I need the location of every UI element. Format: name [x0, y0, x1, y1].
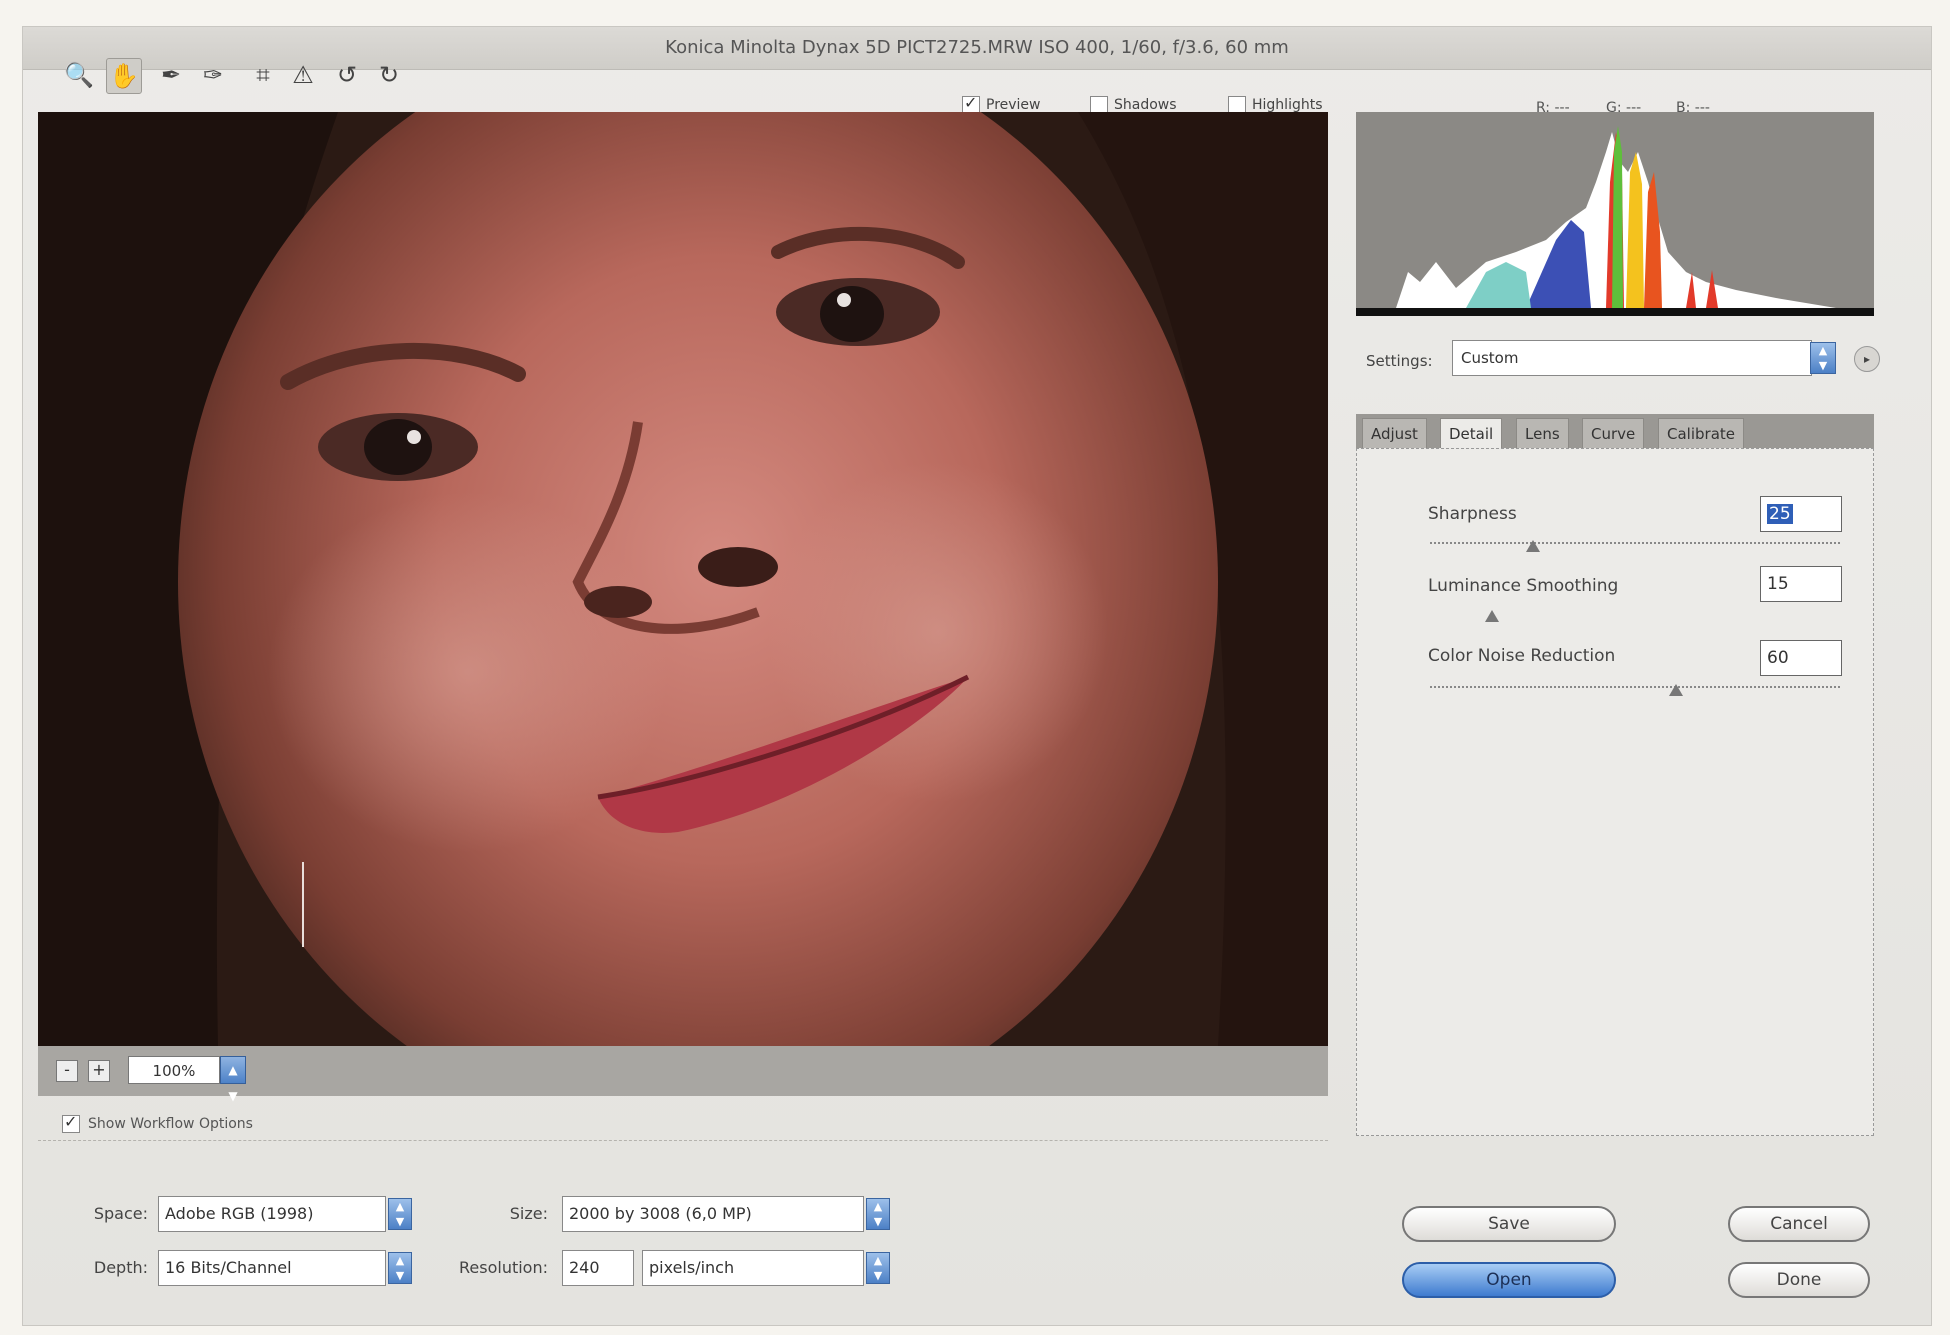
histogram-graph: [1356, 112, 1874, 316]
rotate-left-icon[interactable]: ↺: [330, 58, 364, 92]
tab-lens[interactable]: Lens: [1516, 418, 1569, 448]
preview-zoom-bar: - + 100% ▲ ▼: [38, 1046, 1328, 1103]
tab-calibrate[interactable]: Calibrate: [1658, 418, 1744, 448]
luminance-smoothing-value: 15: [1767, 574, 1789, 594]
cancel-button[interactable]: Cancel: [1728, 1206, 1870, 1242]
tab-strip: Adjust Detail Lens Curve Calibrate: [1356, 414, 1874, 448]
depth-label: Depth:: [93, 1258, 148, 1277]
luminance-smoothing-value-field[interactable]: 15: [1760, 566, 1842, 602]
resolution-unit-dropdown-icon[interactable]: ▲ ▼: [866, 1252, 890, 1284]
color-sampler-icon[interactable]: ✑: [196, 58, 230, 92]
white-balance-icon[interactable]: ✒: [154, 58, 188, 92]
space-label: Space:: [93, 1204, 148, 1223]
space-dropdown-icon[interactable]: ▲ ▼: [388, 1198, 412, 1230]
workflow-options-label: Show Workflow Options: [88, 1116, 253, 1132]
detail-panel: [1356, 448, 1874, 1136]
highlights-label: Highlights: [1252, 97, 1323, 113]
depth-select[interactable]: 16 Bits/Channel: [158, 1250, 386, 1286]
tab-adjust[interactable]: Adjust: [1362, 418, 1427, 448]
resolution-unit-select[interactable]: pixels/inch: [642, 1250, 864, 1286]
luminance-slider-thumb[interactable]: [1484, 610, 1499, 622]
size-dropdown-icon[interactable]: ▲ ▼: [866, 1198, 890, 1230]
sharpness-value: 25: [1767, 504, 1793, 524]
color-noise-reduction-label: Color Noise Reduction: [1428, 646, 1616, 666]
shadows-label: Shadows: [1114, 97, 1177, 113]
done-button[interactable]: Done: [1728, 1262, 1870, 1298]
resolution-input[interactable]: 240: [562, 1250, 634, 1286]
sharpness-label: Sharpness: [1428, 504, 1517, 524]
image-preview[interactable]: [38, 112, 1328, 1046]
space-select[interactable]: Adobe RGB (1998): [158, 1196, 386, 1232]
workflow-check-icon: [62, 1112, 80, 1133]
hand-icon[interactable]: ✋: [106, 58, 142, 94]
depth-dropdown-icon[interactable]: ▲ ▼: [388, 1252, 412, 1284]
settings-menu-icon[interactable]: ▸: [1854, 346, 1880, 372]
portrait-image: [38, 112, 1328, 1046]
zoom-icon[interactable]: 🔍: [62, 58, 96, 92]
zoom-dropdown-button[interactable]: ▲ ▼: [220, 1056, 246, 1103]
color-noise-slider-thumb[interactable]: [1669, 684, 1683, 696]
sharpness-slider-track[interactable]: [1430, 542, 1840, 544]
open-button[interactable]: Open: [1402, 1262, 1616, 1298]
size-label: Size:: [509, 1204, 548, 1223]
zoom-in-button[interactable]: +: [88, 1060, 110, 1082]
color-noise-value: 60: [1767, 648, 1789, 668]
color-noise-slider-track[interactable]: [1430, 686, 1840, 688]
color-noise-value-field[interactable]: 60: [1760, 640, 1842, 676]
preview-label: Preview: [986, 97, 1041, 113]
sharpness-slider-thumb[interactable]: [1525, 540, 1540, 552]
settings-select[interactable]: Custom: [1452, 340, 1812, 376]
size-select[interactable]: 2000 by 3008 (6,0 MP): [562, 1196, 864, 1232]
save-button[interactable]: Save: [1402, 1206, 1616, 1242]
show-workflow-options-checkbox[interactable]: Show Workflow Options: [62, 1112, 253, 1133]
luminance-smoothing-label: Luminance Smoothing: [1428, 576, 1619, 596]
histogram: [1356, 112, 1874, 316]
straighten-icon[interactable]: ⚠: [286, 58, 320, 92]
zoom-out-button[interactable]: -: [56, 1060, 78, 1082]
settings-dropdown-icon[interactable]: ▲ ▼: [1810, 342, 1836, 374]
sharpness-value-field[interactable]: 25: [1760, 496, 1842, 532]
crop-icon[interactable]: ⌗: [246, 58, 280, 92]
resolution-label: Resolution:: [459, 1258, 548, 1277]
zoom-level-field[interactable]: 100%: [128, 1056, 220, 1084]
tab-curve[interactable]: Curve: [1582, 418, 1645, 448]
rotate-right-icon[interactable]: ↻: [372, 58, 406, 92]
settings-label: Settings:: [1366, 352, 1433, 370]
tab-detail[interactable]: Detail: [1440, 418, 1503, 448]
workflow-divider: [38, 1140, 1328, 1141]
